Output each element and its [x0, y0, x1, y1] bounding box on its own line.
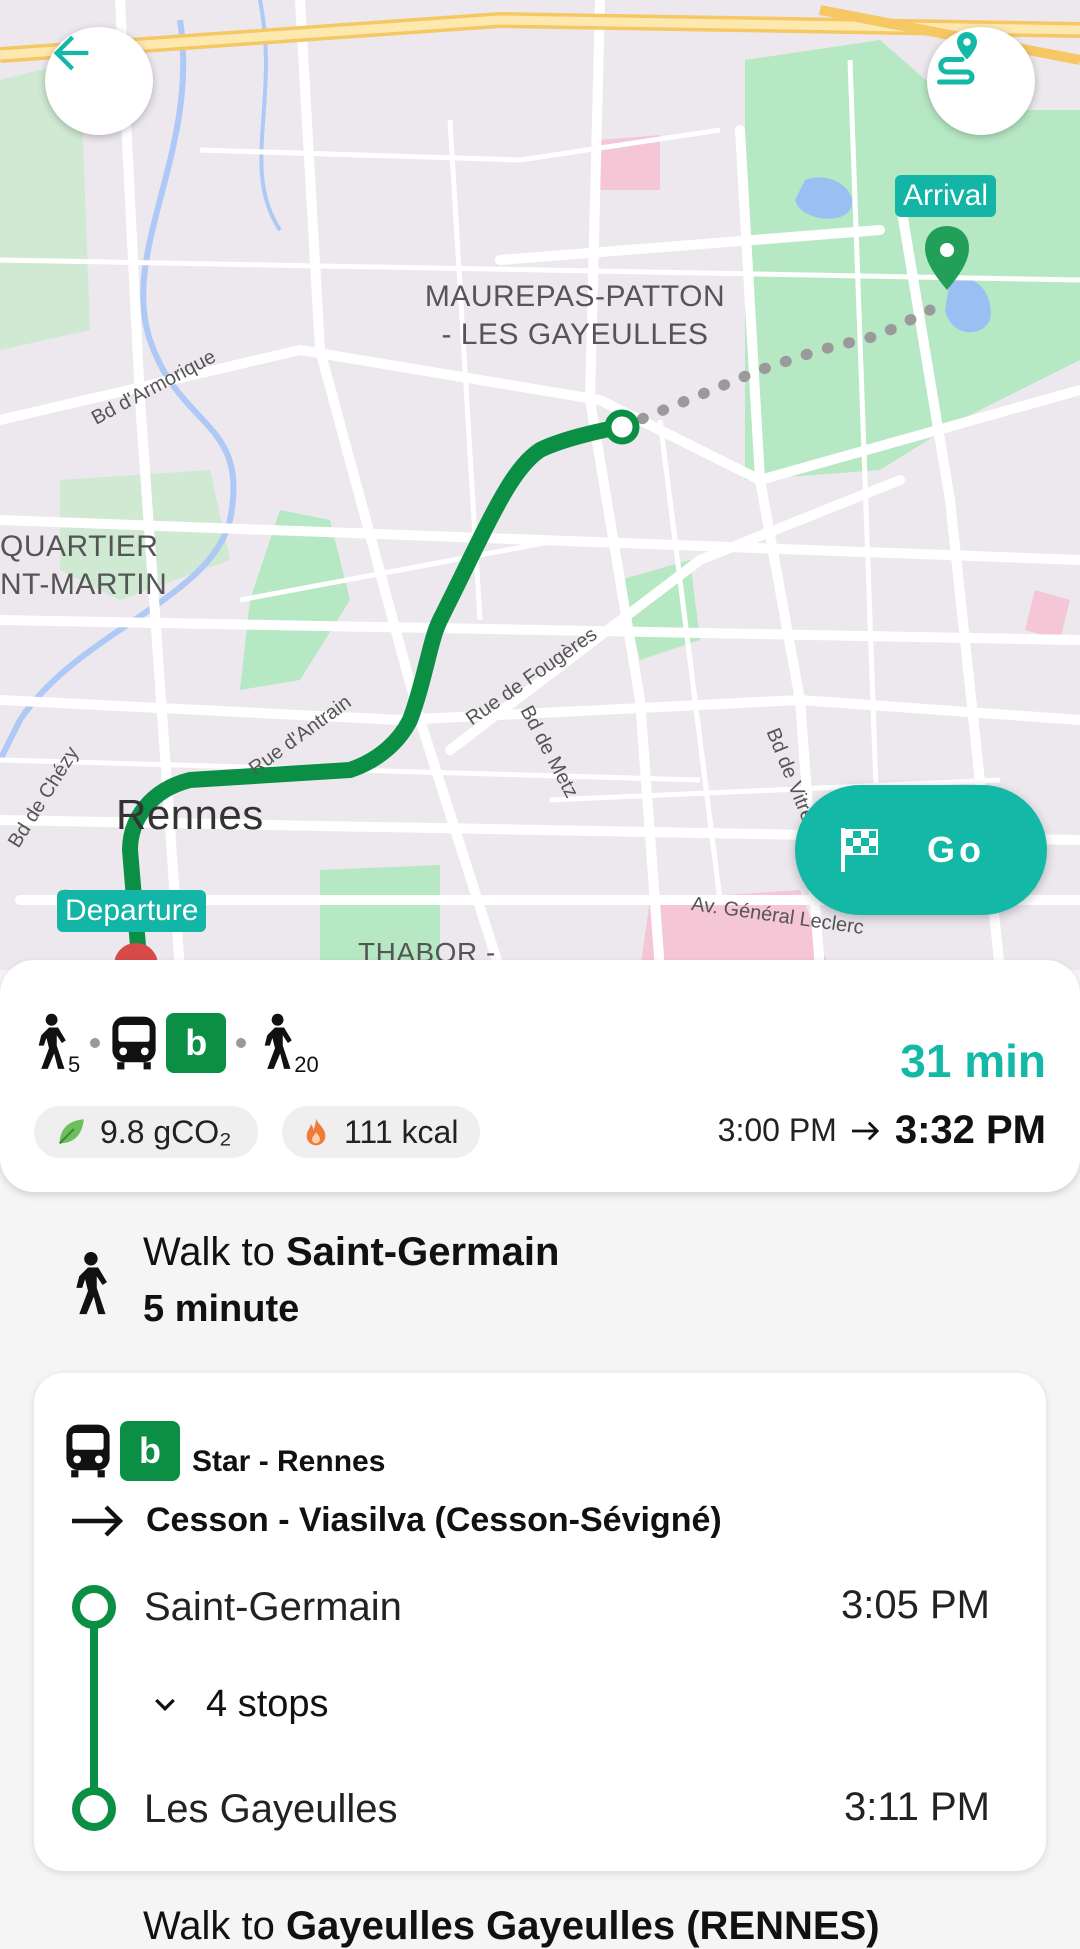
line-badge: b: [166, 1013, 227, 1073]
transit-step-card[interactable]: b Star - Rennes Cesson - Viasilva (Cesso…: [34, 1373, 1046, 1871]
co2-value: 9.8 gCO₂: [100, 1113, 232, 1150]
go-label: Go: [927, 829, 985, 870]
flame-icon: [306, 1118, 326, 1146]
walk-step-prefix: Walk to: [143, 1230, 286, 1274]
chevron-down-icon: [155, 1698, 175, 1711]
district-label: MAUREPAS-PATTON - LES GAYEULLES: [424, 280, 726, 351]
walk1-minutes: 5: [68, 1052, 81, 1077]
transit-header: b Star - Rennes: [64, 1421, 385, 1481]
quartier-label: QUARTIER NT-MARTIN: [0, 528, 167, 604]
walk-step-destination: Saint-Germain: [286, 1230, 560, 1274]
co2-chip: 9.8 gCO₂: [34, 1106, 258, 1158]
walk2-minutes: 20: [294, 1052, 319, 1077]
itinerary-summary[interactable]: 5 b 20 31 min 9.8 gCO₂ 111 kcal 3:00 PM …: [0, 960, 1080, 1192]
route-options-button[interactable]: [927, 27, 1035, 135]
from-time: 3:05 PM: [841, 1583, 990, 1627]
walk-step-title: Walk to Saint-Germain: [143, 1230, 559, 1275]
walk-step[interactable]: Walk to Saint-Germain 5 minute: [0, 1228, 1080, 1348]
direction-row: Cesson - Viasilva (Cesson-Sévigné): [70, 1501, 722, 1540]
next-step-prefix: Walk to: [143, 1904, 286, 1948]
stops-timeline: [72, 1585, 116, 1831]
checkered-flag-icon: [841, 828, 878, 872]
calories-value: 111 kcal: [344, 1113, 459, 1150]
arrive-time: 3:32 PM: [894, 1108, 1046, 1152]
direction-name: Cesson - Viasilva (Cesson-Sévigné): [146, 1501, 722, 1539]
depart-time: 3:00 PM: [717, 1112, 837, 1148]
next-step-destination: Gayeulles Gayeulles (RENNES): [286, 1904, 880, 1948]
arrival-label: Arrival: [895, 175, 997, 217]
to-time: 3:11 PM: [844, 1785, 990, 1829]
leg-separator: [236, 1038, 247, 1048]
walk-icon: [264, 1013, 293, 1069]
to-stop: Les Gayeulles: [144, 1787, 398, 1831]
quartier-label-line2: NT-MARTIN: [0, 568, 168, 601]
duration: 31 min: [900, 1035, 1046, 1087]
walk-step-duration: 5 minute: [143, 1288, 300, 1330]
from-stop: Saint-Germain: [144, 1585, 402, 1629]
calories-chip: 111 kcal: [282, 1106, 480, 1158]
go-button[interactable]: Go: [795, 785, 1047, 915]
arrow-left-icon: [53, 35, 89, 71]
line-badge: b: [120, 1421, 180, 1481]
back-button[interactable]: [45, 27, 153, 135]
route-icon: [937, 32, 977, 85]
leg-separator: [90, 1038, 101, 1048]
arrow-right-icon: [851, 1121, 880, 1140]
arrow-right-icon: [72, 1504, 124, 1537]
bus-icon: [112, 1016, 156, 1070]
departure-label: Departure: [57, 890, 207, 932]
journey-legs: 5 b 20: [30, 1012, 319, 1077]
stops-toggle[interactable]: 4 stops: [150, 1683, 329, 1726]
stops-count: 4 stops: [206, 1683, 329, 1725]
time-range: 3:00 PM 3:32 PM: [718, 1108, 1046, 1153]
operator-name: Star - Rennes: [192, 1445, 386, 1478]
city-label: Rennes: [116, 791, 264, 838]
walk-icon: [38, 1013, 66, 1069]
quartier-label-line1: QUARTIER: [0, 530, 159, 563]
walk-icon: [76, 1252, 107, 1315]
leaf-icon: [58, 1119, 84, 1145]
bus-icon: [66, 1424, 110, 1478]
next-walk-step[interactable]: Walk to Gayeulles Gayeulles (RENNES): [143, 1904, 880, 1949]
